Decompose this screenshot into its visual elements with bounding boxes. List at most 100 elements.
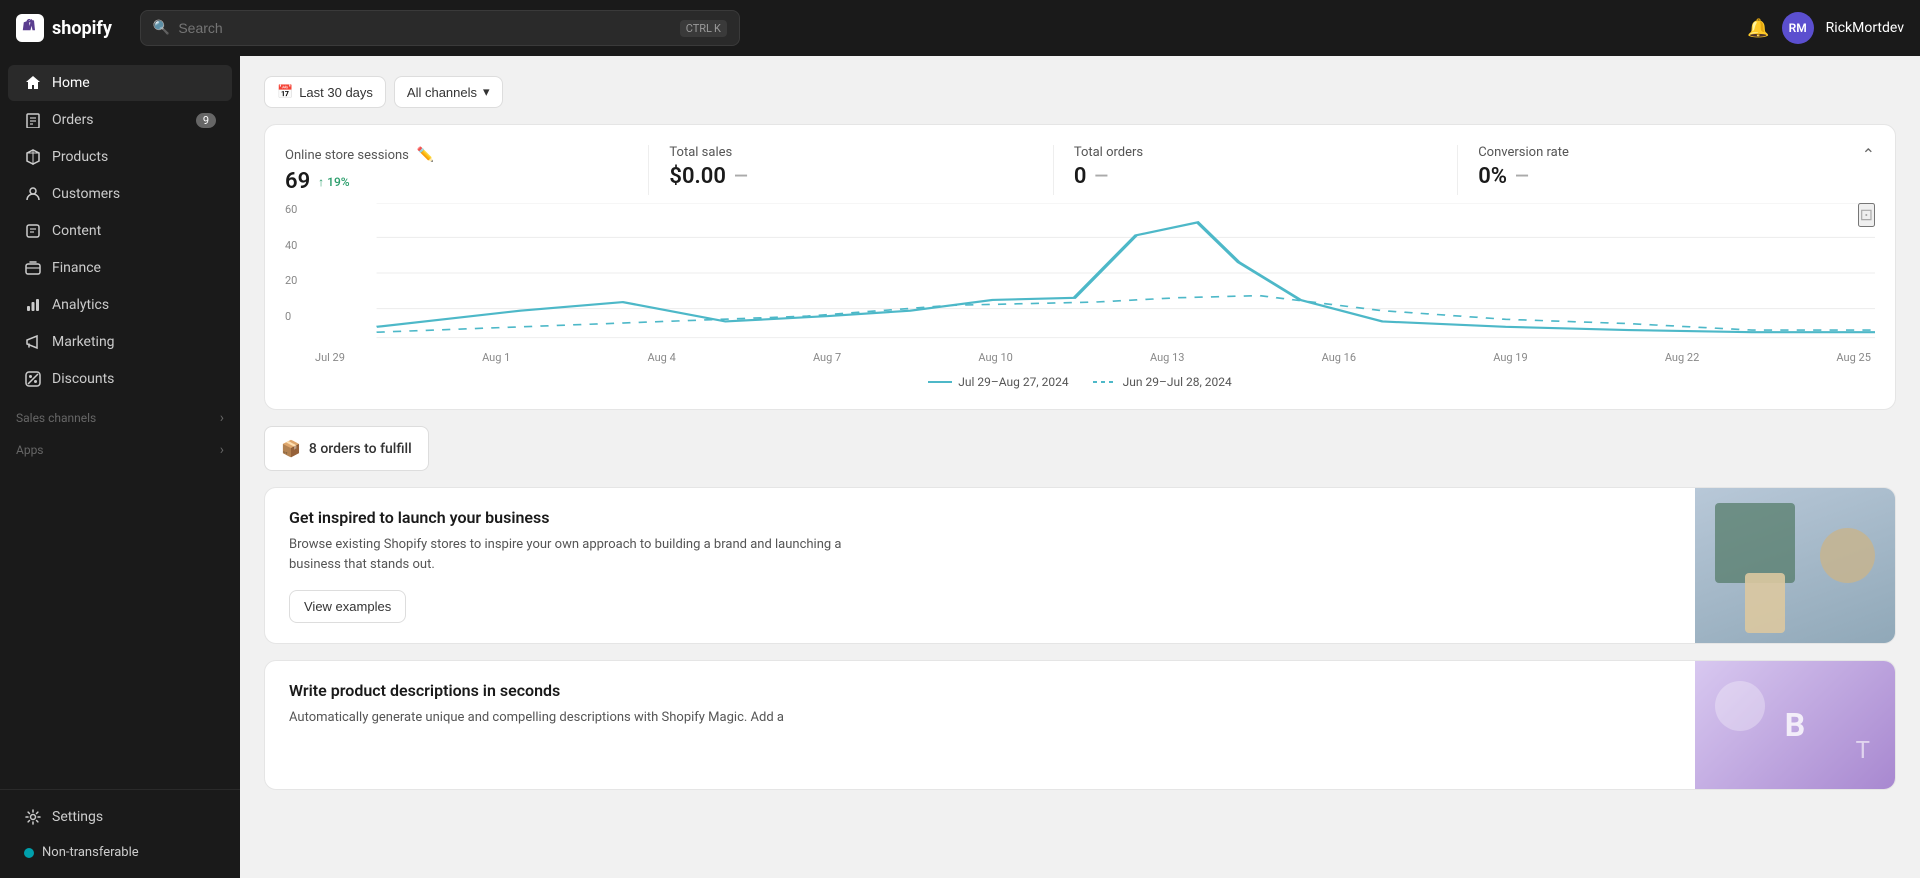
shopify-logo[interactable]: shopify xyxy=(16,14,112,42)
calendar-icon: 📅 xyxy=(277,84,293,100)
total-orders-value: 0 xyxy=(1074,164,1087,189)
customers-icon xyxy=(24,185,42,203)
search-input[interactable] xyxy=(178,20,671,36)
promo-card-ai-content: Write product descriptions in seconds Au… xyxy=(265,661,1695,789)
filters-row: 📅 Last 30 days All channels ▾ xyxy=(264,76,1896,108)
promo-card-ai: Write product descriptions in seconds Au… xyxy=(264,660,1896,790)
ai-img-text: B xyxy=(1785,706,1805,744)
ai-img-icon: T xyxy=(1856,736,1870,764)
sessions-badge: ↑ 19% xyxy=(318,175,349,189)
sales-channels-label: Sales channels xyxy=(16,411,96,425)
sidebar-section-apps[interactable]: Apps › xyxy=(0,430,240,462)
total-orders-title: Total orders xyxy=(1074,145,1143,160)
promo-card-ai-image: B T xyxy=(1695,661,1895,789)
sidebar-item-finance[interactable]: Finance xyxy=(8,250,232,286)
sessions-value: 69 xyxy=(285,169,310,194)
sidebar-nav: Home Orders 9 Products xyxy=(0,64,240,789)
sidebar-label-customers: Customers xyxy=(52,186,120,202)
orders-icon xyxy=(24,111,42,129)
chart-container: ⊡ 60 40 20 0 xyxy=(285,203,1875,363)
collapse-button[interactable]: ⌃ xyxy=(1862,145,1875,165)
stats-card: Online store sessions ✏️ 69 ↑ 19% Total … xyxy=(264,124,1896,410)
sidebar-item-content[interactable]: Content xyxy=(8,213,232,249)
sidebar-item-discounts[interactable]: Discounts xyxy=(8,361,232,397)
orders-banner[interactable]: 📦 8 orders to fulfill xyxy=(264,426,429,471)
sessions-metric: Online store sessions ✏️ 69 ↑ 19% xyxy=(285,145,648,194)
total-orders-metric: Total orders 0 — xyxy=(1054,145,1457,189)
topbar: shopify 🔍 CTRL K 🔔 RM RickMortdev xyxy=(0,0,1920,56)
channel-chevron-icon: ▾ xyxy=(483,84,490,100)
bell-icon[interactable]: 🔔 xyxy=(1747,18,1769,39)
non-transferable-item[interactable]: Non-transferable xyxy=(8,836,232,869)
sidebar-label-home: Home xyxy=(52,75,90,91)
sidebar-label-content: Content xyxy=(52,223,101,239)
user-name: RickMortdev xyxy=(1826,20,1904,36)
sidebar-item-marketing[interactable]: Marketing xyxy=(8,324,232,360)
non-transferable-label: Non-transferable xyxy=(42,845,139,860)
conversion-rate-title: Conversion rate xyxy=(1478,145,1569,160)
channel-label: All channels xyxy=(407,85,477,100)
inspire-img-item1 xyxy=(1715,503,1795,583)
conversion-rate-metric: Conversion rate 0% — xyxy=(1458,145,1861,189)
sidebar-item-home[interactable]: Home xyxy=(8,65,232,101)
marketing-icon xyxy=(24,333,42,351)
discounts-icon xyxy=(24,370,42,388)
sidebar-item-settings[interactable]: Settings xyxy=(8,799,232,835)
layout: Home Orders 9 Products xyxy=(0,56,1920,878)
topbar-right: 🔔 RM RickMortdev xyxy=(1747,12,1904,44)
ai-image-bg: B T xyxy=(1695,661,1895,789)
search-bar[interactable]: 🔍 CTRL K xyxy=(140,10,740,46)
view-examples-button[interactable]: View examples xyxy=(289,590,406,623)
legend-current: Jul 29–Aug 27, 2024 xyxy=(928,375,1068,389)
main-content: 📅 Last 30 days All channels ▾ Online sto… xyxy=(240,56,1920,878)
sidebar-item-orders[interactable]: Orders 9 xyxy=(8,102,232,138)
conversion-rate-value: 0% xyxy=(1478,164,1507,189)
promo-card-ai-title: Write product descriptions in seconds xyxy=(289,681,1671,700)
promo-card-inspire-image xyxy=(1695,488,1895,643)
finance-icon xyxy=(24,259,42,277)
total-sales-metric: Total sales $0.00 — xyxy=(649,145,1052,189)
shopify-logo-icon xyxy=(16,14,44,42)
total-sales-value: $0.00 xyxy=(669,164,726,189)
promo-card-inspire-title: Get inspired to launch your business xyxy=(289,508,1671,527)
sales-channels-chevron: › xyxy=(220,410,224,426)
chart-legend: Jul 29–Aug 27, 2024 Jun 29–Jul 28, 2024 xyxy=(285,375,1875,389)
inspire-img-item3 xyxy=(1745,573,1785,633)
search-icon: 🔍 xyxy=(153,20,170,36)
apps-chevron: › xyxy=(220,442,224,458)
promo-card-inspire: Get inspired to launch your business Bro… xyxy=(264,487,1896,644)
sidebar-bottom: Settings Non-transferable xyxy=(0,789,240,870)
inspire-image-bg xyxy=(1695,488,1895,643)
chart-x-labels: Jul 29 Aug 1 Aug 4 Aug 7 Aug 10 Aug 13 A… xyxy=(285,351,1875,364)
sidebar-item-products[interactable]: Products xyxy=(8,139,232,175)
total-sales-dash: — xyxy=(734,166,748,187)
sidebar-label-analytics: Analytics xyxy=(52,297,109,313)
sidebar-label-finance: Finance xyxy=(52,260,101,276)
sidebar: Home Orders 9 Products xyxy=(0,56,240,878)
channel-filter[interactable]: All channels ▾ xyxy=(394,76,503,108)
search-shortcut: CTRL K xyxy=(680,20,727,37)
legend-current-label: Jul 29–Aug 27, 2024 xyxy=(958,375,1068,389)
sessions-title: Online store sessions xyxy=(285,148,409,163)
inspire-img-item2 xyxy=(1820,528,1875,583)
avatar: RM xyxy=(1782,12,1814,44)
sidebar-item-analytics[interactable]: Analytics xyxy=(8,287,232,323)
legend-current-line xyxy=(928,381,952,383)
legend-previous-label: Jun 29–Jul 28, 2024 xyxy=(1123,375,1232,389)
home-icon xyxy=(24,74,42,92)
sidebar-label-marketing: Marketing xyxy=(52,334,115,350)
date-range-filter[interactable]: 📅 Last 30 days xyxy=(264,76,386,108)
screenshot-icon[interactable]: ⊡ xyxy=(1858,203,1875,227)
apps-label: Apps xyxy=(16,443,44,457)
total-orders-dash: — xyxy=(1094,166,1108,187)
orders-banner-text: 8 orders to fulfill xyxy=(309,441,412,457)
chart-y-labels: 60 40 20 0 xyxy=(285,203,297,323)
edit-icon[interactable]: ✏️ xyxy=(415,145,436,165)
sidebar-item-customers[interactable]: Customers xyxy=(8,176,232,212)
chart-svg xyxy=(285,203,1875,343)
conversion-rate-dash: — xyxy=(1515,166,1529,187)
promo-card-inspire-content: Get inspired to launch your business Bro… xyxy=(265,488,1695,643)
logo-text: shopify xyxy=(52,18,112,39)
settings-label: Settings xyxy=(52,809,103,825)
sidebar-section-sales-channels[interactable]: Sales channels › xyxy=(0,398,240,430)
